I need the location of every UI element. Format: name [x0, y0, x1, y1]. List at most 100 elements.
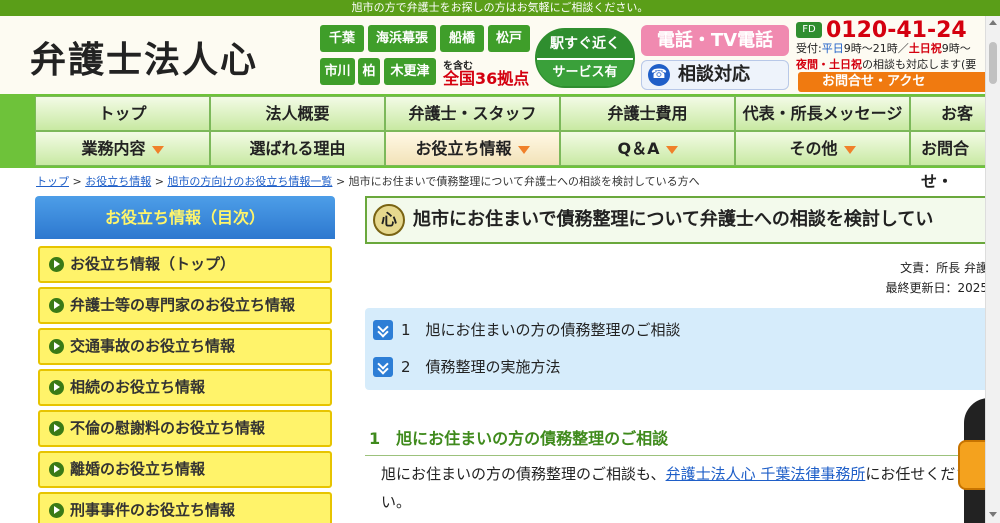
consult-available-text: 相談対応: [678, 64, 750, 85]
breadcrumb-list[interactable]: 旭市の方向けのお役立ち情報一覧: [167, 175, 332, 188]
double-chevron-down-icon: [373, 320, 393, 340]
breadcrumb: トップ > お役立ち情報 > 旭市の方向けのお役立ち情報一覧 > 旭市にお住まい…: [36, 173, 996, 189]
dropdown-arrow-icon: [151, 145, 164, 154]
hours-weekday-time: 9時～21時／: [843, 42, 909, 55]
nav-services[interactable]: 業務内容: [35, 131, 210, 166]
play-icon: [49, 257, 64, 272]
reception-hours: 受付:平日9時～21時／土日祝9時～: [796, 40, 971, 56]
play-icon: [49, 462, 64, 477]
sidebar-item-label: 離婚のお役立ち情報: [70, 460, 206, 478]
sidebar-item-top[interactable]: お役立ち情報（トップ）: [38, 246, 332, 283]
hours-weekend: 土日祝: [908, 42, 942, 55]
nav-reasons[interactable]: 選ばれる理由: [210, 131, 385, 166]
play-icon: [49, 298, 64, 313]
breadcrumb-sep: >: [335, 175, 346, 188]
table-of-contents: 1 旭にお住まいの方の債務整理のご相談 2 債務整理の実施方法: [365, 308, 1000, 390]
sidebar-item-label: 不倫の慰謝料のお役立ち情報: [70, 419, 266, 437]
station-line1: 駅すぐ近く: [537, 30, 633, 58]
play-icon: [49, 421, 64, 436]
phone-tv-label: 電話・TV電話: [641, 25, 789, 56]
logo-text: 弁護士法人心: [30, 39, 259, 81]
breadcrumb-useful[interactable]: お役立ち情報: [85, 175, 151, 188]
nav-useful-info[interactable]: お役立ち情報: [385, 131, 560, 166]
global-nav: トップ 法人概要 弁護士・スタッフ 弁護士費用 代表・所長メッセージ お客 業務…: [0, 94, 1000, 191]
location-kisarazu[interactable]: 木更津: [384, 58, 436, 85]
nav-about[interactable]: 法人概要: [210, 96, 385, 131]
hours-weekday: 平日: [821, 42, 844, 55]
sidebar-item-affair[interactable]: 不倫の慰謝料のお役立ち情報: [38, 410, 332, 447]
double-chevron-down-icon: [373, 357, 393, 377]
nav-other[interactable]: その他: [735, 131, 910, 166]
freedial-icon: FD: [796, 22, 822, 38]
nav-staff[interactable]: 弁護士・スタッフ: [385, 96, 560, 131]
site-header: 弁護士法人心 千葉 海浜幕張 船橋 松戸 市川 柏 木更津 を含む 全国36拠点…: [0, 16, 1000, 94]
para-text: 旭にお住まいの方の債務整理のご相談も、: [381, 465, 666, 483]
contact-access-label: お問合せ・アクセ: [822, 74, 926, 89]
toc-item-1[interactable]: 1 旭にお住まいの方の債務整理のご相談: [373, 318, 681, 342]
breadcrumb-current: 旭市にお住まいで債務整理について弁護士への相談を検討している方へ: [348, 175, 700, 188]
play-icon: [49, 503, 64, 518]
sidebar-title: お役立ち情報（目次）: [35, 196, 335, 239]
nav-reasons-label: 選ばれる理由: [249, 139, 346, 158]
breadcrumb-sep: >: [72, 175, 82, 188]
page-title: 心 旭市にお住まいで債務整理について弁護士への相談を検討してい: [365, 196, 1000, 244]
contact-access-button[interactable]: お問合せ・アクセ: [798, 72, 1000, 92]
sidebar-item-criminal[interactable]: 刑事事件のお役立ち情報: [38, 492, 332, 523]
nav-faq[interactable]: Q＆A: [560, 131, 735, 166]
office-link[interactable]: 弁護士法人心 千葉法律事務所: [666, 465, 866, 483]
sidebar-item-label: 相続のお役立ち情報: [70, 378, 206, 396]
sidebar-item-divorce[interactable]: 離婚のお役立ち情報: [38, 451, 332, 488]
breadcrumb-home[interactable]: トップ: [36, 175, 69, 188]
contact-info: FD 0120-41-24 受付:平日9時～21時／土日祝9時～ 夜間・土日祝の…: [796, 18, 1000, 94]
main-content: 心 旭市にお住まいで債務整理について弁護士への相談を検討してい 文責：所長 弁護…: [365, 196, 1000, 523]
sidebar-item-label: 交通事故のお役立ち情報: [70, 337, 236, 355]
section-paragraph: 旭にお住まいの方の債務整理のご相談も、弁護士法人心 千葉法律事務所にお任せくださ…: [381, 460, 971, 516]
consult-available: ☎ 相談対応: [641, 60, 789, 90]
location-ichikawa[interactable]: 市川: [320, 58, 355, 85]
toc-item-2[interactable]: 2 債務整理の実施方法: [373, 355, 561, 379]
sidebar-title-text: お役立ち情報（目次）: [104, 208, 265, 227]
scrollbar-thumb[interactable]: [989, 42, 997, 84]
toc-item-label: 2 債務整理の実施方法: [401, 358, 561, 376]
author-line: 文責：所長 弁護士: [900, 261, 1000, 275]
location-kashiwa[interactable]: 柏: [358, 58, 380, 85]
sidebar-item-experts[interactable]: 弁護士等の専門家のお役立ち情報: [38, 287, 332, 324]
article-meta: 文責：所長 弁護士 最終更新日：2025年: [885, 258, 1000, 298]
nav-message[interactable]: 代表・所長メッセージ: [735, 96, 910, 131]
nav-fees[interactable]: 弁護士費用: [560, 96, 735, 131]
kokoro-logo-icon: 心: [373, 204, 405, 236]
station-badge: 駅すぐ近く サービス有: [535, 28, 635, 88]
nav-customer-label: お客: [941, 104, 974, 123]
sidebar: お役立ち情報（目次） お役立ち情報（トップ） 弁護士等の専門家のお役立ち情報 交…: [35, 196, 335, 523]
nav-top[interactable]: トップ: [35, 96, 210, 131]
dropdown-arrow-icon: [665, 145, 678, 154]
dropdown-arrow-icon: [843, 145, 856, 154]
page-title-text: 旭市にお住まいで債務整理について弁護士への相談を検討してい: [413, 209, 934, 230]
hours-weekend-time: 9時～: [941, 42, 971, 55]
nav-fees-label: 弁護士費用: [607, 104, 688, 123]
location-funabashi[interactable]: 船橋: [440, 25, 484, 52]
sidebar-item-traffic[interactable]: 交通事故のお役立ち情報: [38, 328, 332, 365]
nav-message-label: 代表・所長メッセージ: [742, 104, 903, 123]
dropdown-arrow-icon: [517, 145, 530, 154]
nav-other-label: その他: [789, 139, 838, 158]
night-weekend-note: 夜間・土日祝の相談も対応します(要: [796, 56, 976, 72]
location-kaihinmakuhari[interactable]: 海浜幕張: [368, 25, 436, 52]
nav-faq-label: Q＆A: [617, 139, 660, 158]
nav-services-label: 業務内容: [81, 139, 146, 158]
sidebar-item-inheritance[interactable]: 相続のお役立ち情報: [38, 369, 332, 406]
scroll-down-arrow-icon[interactable]: [989, 512, 997, 517]
location-chiba[interactable]: 千葉: [320, 25, 364, 52]
phone-consult-badge: 電話・TV電話 ☎ 相談対応: [641, 25, 789, 90]
branches-big: 全国36拠点: [443, 69, 530, 88]
branches-count: を含む 全国36拠点: [443, 57, 535, 89]
page-scrollbar[interactable]: [985, 16, 1000, 523]
top-announcement-bar: 旭市の方で弁護士をお探しの方はお気軽にご相談ください。: [0, 0, 1000, 16]
sidebar-item-label: 刑事事件のお役立ち情報: [70, 501, 236, 519]
section-heading: 1 旭にお住まいの方の債務整理のご相談: [365, 424, 1000, 456]
location-matsudo[interactable]: 松戸: [488, 25, 530, 52]
nav-about-label: 法人概要: [265, 104, 330, 123]
play-icon: [49, 380, 64, 395]
scroll-up-arrow-icon[interactable]: [989, 20, 997, 25]
site-logo[interactable]: 弁護士法人心: [30, 28, 320, 86]
